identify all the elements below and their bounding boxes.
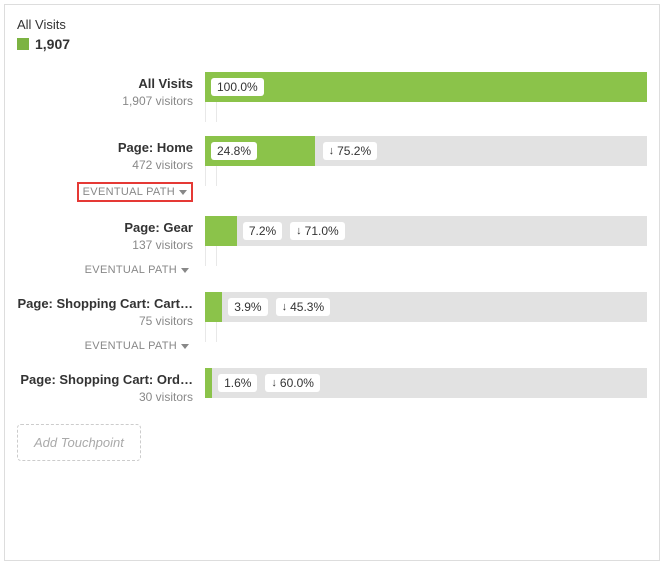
funnel-row: Page: Gear 137 visitors EVENTUAL PATH 7.2% ↓… xyxy=(17,216,647,278)
arrow-down-icon: ↓ xyxy=(282,302,288,313)
chevron-down-icon xyxy=(181,268,189,273)
pct-badge: 24.8% xyxy=(211,142,257,160)
row-label: Page: Shopping Cart: Ord… xyxy=(17,372,193,387)
row-left: All Visits 1,907 visitors xyxy=(17,72,205,108)
arrow-down-icon: ↓ xyxy=(271,378,277,389)
funnel-row: Page: Home 472 visitors EVENTUAL PATH 24.8%… xyxy=(17,136,647,202)
dropoff-value: 45.3% xyxy=(290,300,324,314)
bar-track: 7.2% ↓71.0% xyxy=(205,216,647,246)
eventual-path-label: EVENTUAL PATH xyxy=(85,264,177,276)
row-right: 7.2% ↓71.0% xyxy=(205,216,647,266)
connector xyxy=(205,246,217,266)
row-visitors: 30 visitors xyxy=(17,390,193,404)
dropoff-value: 60.0% xyxy=(280,376,314,390)
row-left: Page: Shopping Cart: Cart… 75 visitors EVE… xyxy=(17,292,205,354)
legend-swatch xyxy=(17,38,29,50)
row-right: 100.0% xyxy=(205,72,647,122)
pct-badge: 3.9% xyxy=(228,298,267,316)
funnel-rows: All Visits 1,907 visitors 100.0% Page: Home… xyxy=(17,72,647,404)
row-label: Page: Gear xyxy=(17,220,193,235)
chevron-down-icon xyxy=(179,190,187,195)
row-right: 1.6% ↓60.0% xyxy=(205,368,647,398)
dropoff-badge: ↓71.0% xyxy=(290,222,345,240)
pct-badge: 100.0% xyxy=(211,78,264,96)
chevron-down-icon xyxy=(181,344,189,349)
dropoff-badge: ↓45.3% xyxy=(276,298,331,316)
row-label: Page: Home xyxy=(17,140,193,155)
bar-fill: 24.8% xyxy=(205,136,315,166)
eventual-path-label: EVENTUAL PATH xyxy=(85,340,177,352)
pct-badge: 7.2% xyxy=(243,222,282,240)
panel-summary: 1,907 xyxy=(17,36,647,52)
row-visitors: 1,907 visitors xyxy=(17,94,193,108)
row-visitors: 75 visitors xyxy=(17,314,193,328)
dropoff-badge: ↓75.2% xyxy=(323,142,378,160)
eventual-path-label: EVENTUAL PATH xyxy=(83,186,175,198)
bar-fill xyxy=(205,368,212,398)
eventual-path-dropdown[interactable]: EVENTUAL PATH xyxy=(81,262,193,278)
funnel-row: Page: Shopping Cart: Ord… 30 visitors 1.6%… xyxy=(17,368,647,404)
panel-title: All Visits xyxy=(17,17,647,32)
row-left: Page: Gear 137 visitors EVENTUAL PATH xyxy=(17,216,205,278)
total-count: 1,907 xyxy=(35,36,70,52)
pct-badge: 1.6% xyxy=(218,374,257,392)
row-label: All Visits xyxy=(17,76,193,91)
bar-fill xyxy=(205,292,222,322)
row-visitors: 472 visitors xyxy=(17,158,193,172)
funnel-panel: All Visits 1,907 All Visits 1,907 visitor… xyxy=(4,4,660,561)
arrow-down-icon: ↓ xyxy=(329,146,335,157)
row-right: 3.9% ↓45.3% xyxy=(205,292,647,342)
bar-track: 100.0% xyxy=(205,72,647,102)
eventual-path-dropdown[interactable]: EVENTUAL PATH xyxy=(81,338,193,354)
dropoff-value: 75.2% xyxy=(337,144,371,158)
funnel-row: Page: Shopping Cart: Cart… 75 visitors EVE… xyxy=(17,292,647,354)
connector xyxy=(205,166,217,186)
dropoff-value: 71.0% xyxy=(305,224,339,238)
bar-track: 3.9% ↓45.3% xyxy=(205,292,647,322)
arrow-down-icon: ↓ xyxy=(296,226,302,237)
bar-fill: 100.0% xyxy=(205,72,647,102)
row-visitors: 137 visitors xyxy=(17,238,193,252)
add-touchpoint-button[interactable]: Add Touchpoint xyxy=(17,424,141,461)
row-right: 24.8% ↓75.2% xyxy=(205,136,647,186)
eventual-path-dropdown[interactable]: EVENTUAL PATH xyxy=(77,182,193,202)
bar-track: 24.8% ↓75.2% xyxy=(205,136,647,166)
funnel-row: All Visits 1,907 visitors 100.0% xyxy=(17,72,647,122)
dropoff-badge: ↓60.0% xyxy=(265,374,320,392)
bar-fill xyxy=(205,216,237,246)
row-left: Page: Shopping Cart: Ord… 30 visitors xyxy=(17,368,205,404)
bar-track: 1.6% ↓60.0% xyxy=(205,368,647,398)
connector xyxy=(205,322,217,342)
row-label: Page: Shopping Cart: Cart… xyxy=(17,296,193,311)
row-left: Page: Home 472 visitors EVENTUAL PATH xyxy=(17,136,205,202)
connector xyxy=(205,102,217,122)
